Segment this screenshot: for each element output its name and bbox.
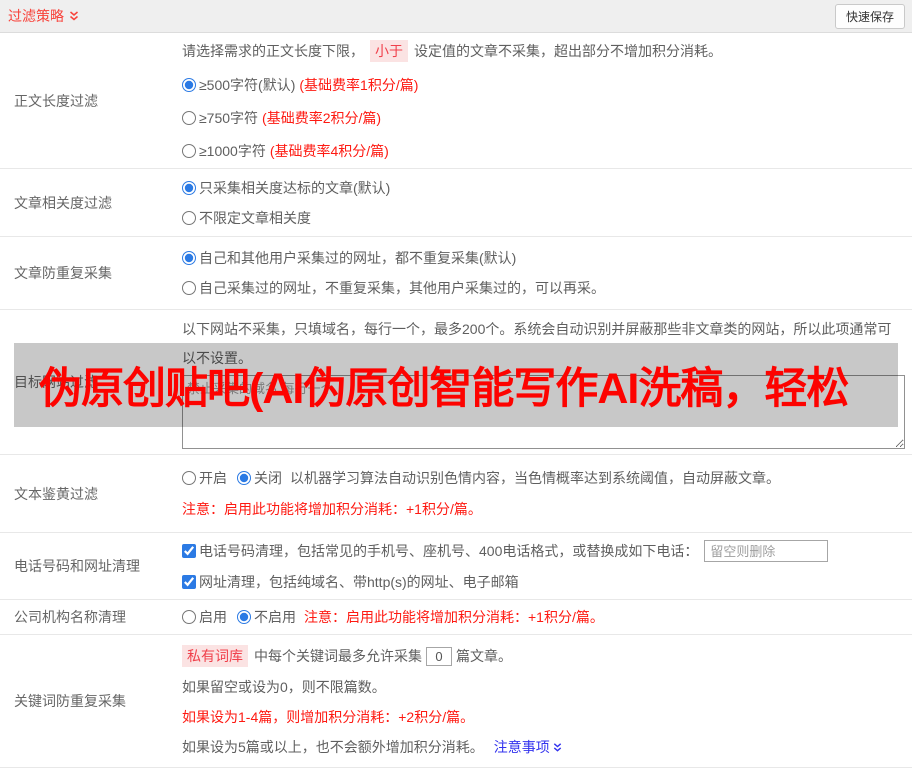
radio-porn-on[interactable]: 开启 [182, 468, 227, 488]
fee-note: (基础费率4积分/篇) [270, 141, 389, 161]
section-label-dedup: 文章防重复采集 [0, 237, 168, 309]
radio-length-1000-input[interactable] [182, 144, 196, 158]
radio-porn-off-input[interactable] [237, 471, 251, 485]
radio-length-500-input[interactable] [182, 78, 196, 92]
radio-porn-on-input[interactable] [182, 471, 196, 485]
company-clean-note: 注意：启用此功能将增加积分消耗：+1积分/篇。 [304, 607, 604, 627]
fee-note: (基础费率2积分/篇) [262, 108, 381, 128]
porn-filter-note: 注意：启用此功能将增加积分消耗：+1积分/篇。 [182, 499, 904, 519]
section-label-phone-url: 电话号码和网址清理 [0, 533, 168, 599]
keyword-note-5plus: 如果设为5篇或以上，也不会额外增加积分消耗。 [182, 737, 484, 757]
radio-dedup-all-users[interactable]: 自己和其他用户采集过的网址，都不重复采集(默认) [182, 248, 904, 268]
radio-length-750[interactable]: ≥750字符 (基础费率2积分/篇) [182, 108, 904, 128]
section-label-keyword-dedup: 关键词防重复采集 [0, 635, 168, 767]
checkbox-url-clean[interactable]: 网址清理，包括纯域名、带http(s)的网址、电子邮箱 [182, 572, 904, 592]
radio-length-750-input[interactable] [182, 111, 196, 125]
page-title: 过滤策略 [8, 6, 64, 26]
row-relevance-filter: 文章相关度过滤 只采集相关度达标的文章(默认) 不限定文章相关度 [0, 169, 912, 237]
row-phone-url-clean: 电话号码和网址清理 电话号码清理，包括常见的手机号、座机号、400电话格式，或替… [0, 533, 912, 600]
radio-dedup-all-users-input[interactable] [182, 251, 196, 265]
quick-save-button[interactable]: 快速保存 [835, 4, 905, 29]
chevron-double-down-icon [68, 10, 80, 22]
row-content-length-filter: 正文长度过滤 请选择需求的正文长度下限， 小于 设定值的文章不采集，超出部分不增… [0, 33, 912, 169]
radio-relevance-strict[interactable]: 只采集相关度达标的文章(默认) [182, 178, 904, 198]
keyword-note-1-4: 如果设为1-4篇，则增加积分消耗：+2积分/篇。 [182, 707, 904, 727]
filter-strategy-page: 过滤策略 快速保存 正文长度过滤 请选择需求的正文长度下限， 小于 设定值的文章… [0, 0, 912, 768]
blocked-domains-textarea[interactable] [182, 375, 905, 449]
keyword-max-count-input[interactable] [426, 647, 452, 666]
row-target-site-filter: 目标网站过滤 以下网站不采集，只填域名，每行一个，最多200个。系统会自动识别并… [0, 310, 912, 455]
fee-note: (基础费率1积分/篇) [299, 75, 418, 95]
checkbox-phone-clean[interactable]: 电话号码清理，包括常见的手机号、座机号、400电话格式，或替换成如下电话： [182, 541, 698, 561]
radio-length-1000[interactable]: ≥1000字符 (基础费率4积分/篇) [182, 141, 904, 161]
radio-company-on[interactable]: 启用 [182, 607, 227, 627]
radio-relevance-any[interactable]: 不限定文章相关度 [182, 208, 904, 228]
section-label-company: 公司机构名称清理 [0, 600, 168, 634]
radio-company-off[interactable]: 不启用 [237, 607, 296, 627]
radio-company-off-input[interactable] [237, 610, 251, 624]
content-length-intro: 请选择需求的正文长度下限， 小于 设定值的文章不采集，超出部分不增加积分消耗。 [182, 40, 904, 62]
lt-highlight: 小于 [370, 40, 408, 62]
keyword-note-zero: 如果留空或设为0，则不限篇数。 [182, 677, 904, 697]
section-label-target-site: 目标网站过滤 [0, 310, 168, 454]
radio-relevance-strict-input[interactable] [182, 181, 196, 195]
row-dedup-collect: 文章防重复采集 自己和其他用户采集过的网址，都不重复采集(默认) 自己采集过的网… [0, 237, 912, 310]
header-bar: 过滤策略 快速保存 [0, 0, 912, 33]
radio-dedup-self-only[interactable]: 自己采集过的网址，不重复采集，其他用户采集过的，可以再采。 [182, 278, 904, 298]
target-site-intro: 以下网站不采集，只填域名，每行一个，最多200个。系统会自动识别并屏蔽那些非文章… [182, 315, 905, 373]
section-label-porn-filter: 文本鉴黄过滤 [0, 455, 168, 532]
radio-relevance-any-input[interactable] [182, 211, 196, 225]
chevron-double-down-icon [552, 742, 563, 753]
notice-link[interactable]: 注意事项 [494, 737, 563, 757]
private-thesaurus-tag: 私有词库 [182, 645, 248, 667]
row-company-name-clean: 公司机构名称清理 启用 不启用 注意：启用此功能将增加积分消耗：+1积分/篇。 [0, 600, 912, 635]
radio-dedup-self-only-input[interactable] [182, 281, 196, 295]
radio-porn-off[interactable]: 关闭 [237, 468, 282, 488]
row-porn-filter: 文本鉴黄过滤 开启 关闭 以机器学习算法自动识别色情内容，当色情概率达到系统阈值… [0, 455, 912, 533]
row-keyword-dedup: 关键词防重复采集 私有词库 中每个关键词最多允许采集 篇文章。 如果留空或设为0… [0, 635, 912, 768]
checkbox-url-clean-input[interactable] [182, 575, 196, 589]
porn-filter-desc: 以机器学习算法自动识别色情内容，当色情概率达到系统阈值，自动屏蔽文章。 [290, 468, 780, 488]
replacement-phone-input[interactable] [704, 540, 828, 562]
filter-strategy-toggle[interactable]: 过滤策略 [8, 6, 80, 26]
section-label-content-length: 正文长度过滤 [0, 33, 168, 168]
section-label-relevance: 文章相关度过滤 [0, 169, 168, 236]
radio-length-500[interactable]: ≥500字符(默认) (基础费率1积分/篇) [182, 75, 904, 95]
checkbox-phone-clean-input[interactable] [182, 544, 196, 558]
radio-company-on-input[interactable] [182, 610, 196, 624]
